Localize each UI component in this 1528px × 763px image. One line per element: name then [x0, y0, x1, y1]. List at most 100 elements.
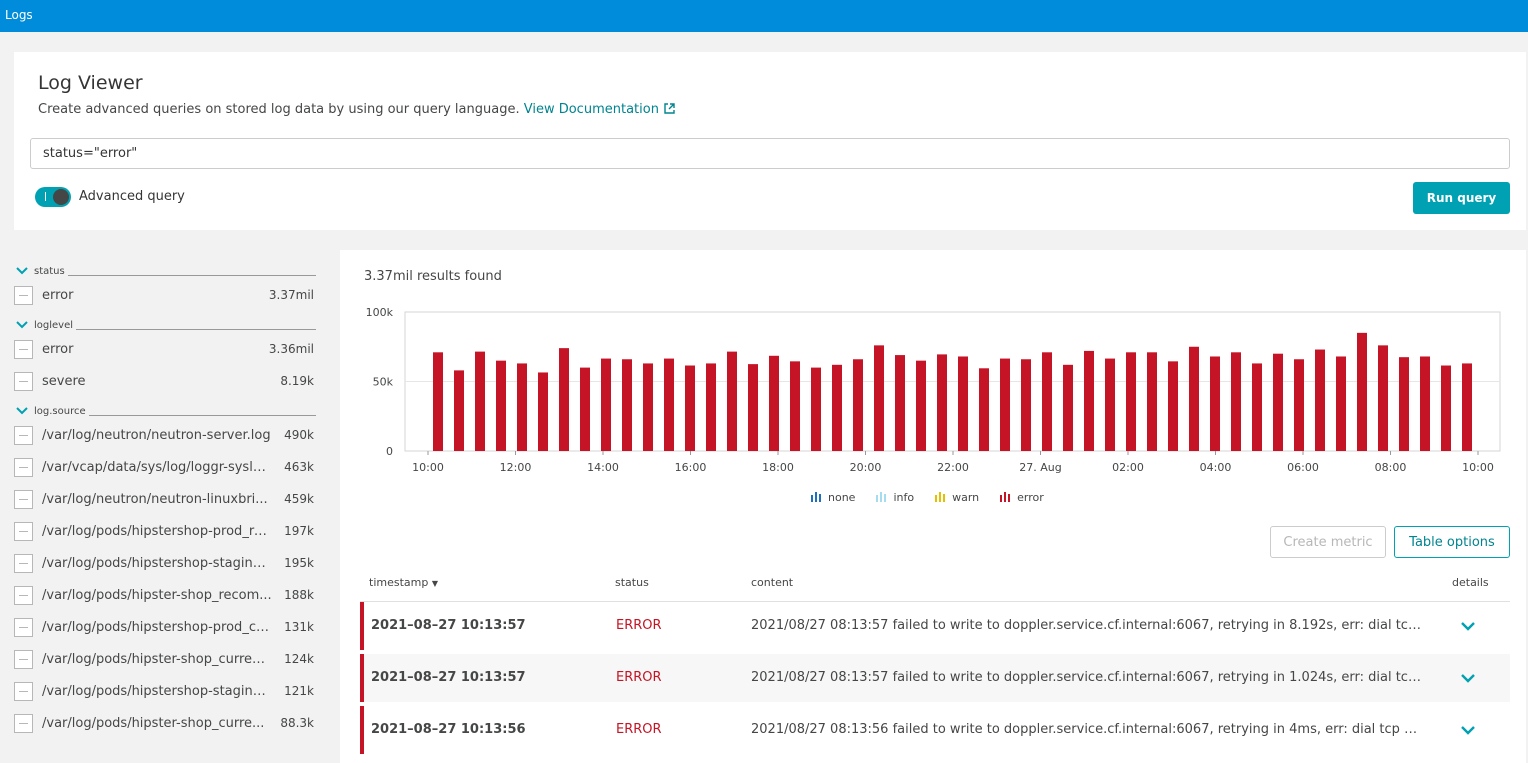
error-bar: [643, 363, 653, 451]
facet-checkbox[interactable]: [14, 618, 33, 637]
chevron-down-icon[interactable]: [16, 407, 28, 415]
facet-checkbox[interactable]: [14, 554, 33, 573]
facet-checkbox[interactable]: [14, 426, 33, 445]
facet-item[interactable]: /var/log/pods/hipster-shop_curren... 124k: [14, 644, 316, 676]
facet-item[interactable]: error 3.37mil: [14, 280, 316, 312]
facet-divider: [34, 329, 316, 330]
x-tick-label: 12:00: [500, 461, 532, 474]
error-bar: [790, 361, 800, 451]
facet-checkbox[interactable]: [14, 650, 33, 669]
facet-item[interactable]: /var/log/pods/hipstershop-prod_re... 197k: [14, 516, 316, 548]
query-input[interactable]: [30, 138, 1510, 169]
error-bar: [1168, 361, 1178, 451]
error-bar: [895, 355, 905, 451]
facet-item[interactable]: /var/log/neutron/neutron-server.log 490k: [14, 420, 316, 452]
page-title: Log Viewer: [38, 72, 143, 94]
error-bar: [1042, 352, 1052, 451]
run-query-button[interactable]: Run query: [1413, 182, 1510, 214]
facet-checkbox[interactable]: [14, 522, 33, 541]
facet-item[interactable]: /var/log/neutron/neutron-linuxbri... 459k: [14, 484, 316, 516]
expand-row-chevron-icon[interactable]: [1456, 724, 1480, 738]
error-bar: [1336, 356, 1346, 451]
legend-item-info[interactable]: info: [875, 491, 914, 504]
chevron-down-icon[interactable]: [16, 267, 28, 275]
x-tick-label: 14:00: [587, 461, 619, 474]
facet-checkbox[interactable]: [14, 340, 33, 359]
table-options-button[interactable]: Table options: [1394, 526, 1510, 558]
error-bar: [433, 352, 443, 451]
facet-item-count: 8.19k: [280, 374, 314, 388]
table-header: timestamp ▼ status content details: [360, 570, 1510, 602]
error-bar: [1399, 357, 1409, 451]
expand-row-chevron-icon[interactable]: [1456, 620, 1480, 634]
error-bar: [517, 363, 527, 451]
facet-checkbox[interactable]: [14, 286, 33, 305]
facet-item[interactable]: /var/log/pods/hipster-shop_curre... 88.3k: [14, 708, 316, 740]
row-timestamp: 2021–08–27 10:13:57: [371, 618, 526, 633]
legend-item-error[interactable]: error: [999, 491, 1044, 504]
facet-checkbox[interactable]: [14, 682, 33, 701]
row-content: 2021/08/27 08:13:57 failed to write to d…: [751, 618, 1421, 633]
row-status: ERROR: [616, 670, 662, 685]
x-tick-label: 10:00: [1462, 461, 1494, 474]
col-timestamp[interactable]: timestamp ▼: [369, 576, 438, 589]
error-status-marker: [360, 706, 364, 754]
expand-row-chevron-icon[interactable]: [1456, 672, 1480, 686]
error-bar: [748, 364, 758, 451]
y-tick-label: 0: [386, 445, 393, 458]
facet-checkbox[interactable]: [14, 458, 33, 477]
facet-checkbox[interactable]: [14, 714, 33, 733]
table-row[interactable]: 2021–08–27 10:13:57 ERROR 2021/08/27 08:13…: [360, 602, 1510, 650]
facet-sidebar: status error 3.37mil loglevel error 3.36mil se…: [14, 258, 316, 740]
view-documentation-link[interactable]: View Documentation: [524, 102, 675, 117]
histogram-chart: 0 50k 100k 10:00 12:00 14:00 16:00 18:00 20:00 22…: [366, 306, 1501, 474]
facet-checkbox[interactable]: [14, 372, 33, 391]
col-content: content: [751, 576, 794, 589]
facet-item[interactable]: /var/log/pods/hipstershop-staging... 195k: [14, 548, 316, 580]
chevron-down-icon[interactable]: [16, 321, 28, 329]
col-timestamp-label[interactable]: timestamp: [369, 576, 428, 589]
create-metric-button[interactable]: Create metric: [1270, 526, 1386, 558]
app-title: Logs: [5, 8, 33, 22]
row-timestamp: 2021–08–27 10:13:56: [371, 722, 526, 737]
x-tick-label: 02:00: [1112, 461, 1144, 474]
sort-desc-icon[interactable]: ▼: [432, 579, 438, 588]
facet-group-label: loglevel: [34, 320, 77, 331]
facet-item[interactable]: error 3.36mil: [14, 334, 316, 366]
query-panel: Log Viewer Create advanced queries on st…: [14, 52, 1526, 230]
table-row[interactable]: 2021–08–27 10:13:57 ERROR 2021/08/27 08:13…: [360, 654, 1510, 702]
facet-group-log-source[interactable]: log.source: [14, 402, 316, 420]
x-tick-label: 16:00: [675, 461, 707, 474]
bar-chart-icon: [935, 492, 946, 502]
facet-item[interactable]: /var/log/pods/hipstershop-prod_cu... 131k: [14, 612, 316, 644]
facet-item-label: /var/log/pods/hipster-shop_curren...: [42, 652, 272, 667]
legend-item-none[interactable]: none: [810, 491, 855, 504]
error-bar: [916, 360, 926, 451]
row-status: ERROR: [616, 618, 662, 633]
facet-item-count: 197k: [284, 524, 314, 538]
facet-item-count: 124k: [284, 652, 314, 666]
facet-item-label: /var/log/pods/hipstershop-staging...: [42, 556, 272, 571]
table-row[interactable]: 2021–08–27 10:13:56 ERROR 2021/08/27 08:13…: [360, 706, 1510, 754]
error-bar: [1126, 352, 1136, 451]
facet-group-status[interactable]: status: [14, 262, 316, 280]
facet-item-label: /var/log/pods/hipstershop-staging_...: [42, 684, 272, 699]
facet-checkbox[interactable]: [14, 490, 33, 509]
error-bar: [559, 348, 569, 451]
facet-item[interactable]: /var/vcap/data/sys/log/loggr-syslo... 463…: [14, 452, 316, 484]
facet-item[interactable]: severe 8.19k: [14, 366, 316, 398]
facet-item[interactable]: /var/log/pods/hipster-shop_recom... 188k: [14, 580, 316, 612]
facet-item-count: 195k: [284, 556, 314, 570]
advanced-query-toggle[interactable]: [35, 187, 71, 207]
facet-item-count: 188k: [284, 588, 314, 602]
facet-item[interactable]: /var/log/pods/hipstershop-staging_... 121…: [14, 676, 316, 708]
facet-group-loglevel[interactable]: loglevel: [14, 316, 316, 334]
error-bar: [979, 368, 989, 451]
bar-chart-icon: [876, 492, 887, 502]
error-bar: [1105, 358, 1115, 451]
legend-item-warn[interactable]: warn: [934, 491, 979, 504]
results-count: 3.37mil results found: [364, 269, 502, 284]
facet-checkbox[interactable]: [14, 586, 33, 605]
view-documentation-label[interactable]: View Documentation: [524, 102, 659, 117]
bar-chart-icon: [1000, 492, 1011, 502]
